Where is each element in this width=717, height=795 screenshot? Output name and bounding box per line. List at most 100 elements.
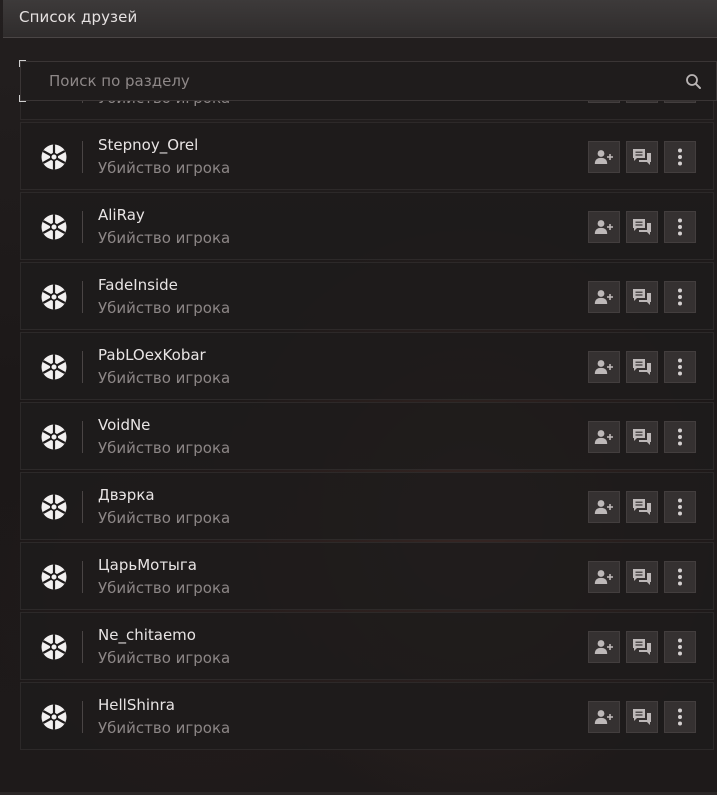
more-vertical-icon — [678, 708, 682, 726]
chat-button[interactable] — [626, 281, 658, 313]
add-friend-button[interactable] — [588, 421, 620, 453]
chat-icon — [633, 219, 651, 235]
row-divider — [82, 701, 83, 733]
friend-name[interactable]: Stepnoy_Orel — [98, 136, 198, 154]
add-friend-button[interactable] — [588, 211, 620, 243]
more-vertical-icon — [678, 568, 682, 586]
friend-name[interactable]: PabLOexKobar — [98, 346, 206, 364]
add-friend-icon — [594, 290, 613, 304]
friends-window: Список друзей Cyfin Убийство игрока — [0, 0, 717, 795]
row-actions — [588, 141, 696, 173]
friend-status: Убийство игрока — [98, 649, 231, 667]
search-box[interactable] — [19, 60, 717, 102]
friend-row[interactable]: Cyfin Убийство игрока — [20, 101, 714, 120]
friends-list-viewport[interactable]: Cyfin Убийство игрока — [20, 101, 717, 772]
add-friend-icon — [594, 150, 613, 164]
friend-row[interactable]: FadeInside Убийство игрока — [20, 262, 714, 330]
chat-icon — [633, 359, 651, 375]
rank-emblem-icon — [41, 284, 67, 310]
add-friend-icon — [594, 710, 613, 724]
row-actions — [588, 631, 696, 663]
add-friend-button[interactable] — [588, 281, 620, 313]
row-actions — [588, 281, 696, 313]
chat-button[interactable] — [626, 701, 658, 733]
rank-emblem-icon — [41, 494, 67, 520]
friend-status: Убийство игрока — [98, 101, 230, 107]
more-vertical-icon — [678, 218, 682, 236]
friend-name[interactable]: Ne_chitaemo — [98, 626, 196, 644]
chat-button[interactable] — [626, 101, 658, 103]
add-friend-button[interactable] — [588, 561, 620, 593]
row-actions — [588, 211, 696, 243]
add-friend-button[interactable] — [588, 101, 620, 103]
header-bar: Список друзей — [3, 0, 717, 38]
chat-button[interactable] — [626, 351, 658, 383]
more-options-button[interactable] — [664, 491, 696, 523]
more-vertical-icon — [678, 148, 682, 166]
add-friend-icon — [594, 500, 613, 514]
friend-name[interactable]: ЦарьМотыга — [98, 556, 197, 574]
friend-name[interactable]: FadeInside — [98, 276, 178, 294]
chat-icon — [633, 639, 651, 655]
add-friend-button[interactable] — [588, 701, 620, 733]
chat-button[interactable] — [626, 491, 658, 523]
add-friend-button[interactable] — [588, 141, 620, 173]
more-options-button[interactable] — [664, 101, 696, 103]
friend-row[interactable]: Ne_chitaemo Убийство игрока — [20, 612, 714, 680]
row-divider — [82, 421, 83, 453]
friend-status: Убийство игрока — [98, 579, 231, 597]
search-icon[interactable] — [685, 73, 702, 90]
chat-button[interactable] — [626, 421, 658, 453]
chat-button[interactable] — [626, 141, 658, 173]
friend-status: Убийство игрока — [98, 509, 231, 527]
more-options-button[interactable] — [664, 351, 696, 383]
more-vertical-icon — [678, 358, 682, 376]
friend-row[interactable]: Двэрка Убийство игрока — [20, 472, 714, 540]
add-friend-icon — [594, 570, 613, 584]
friend-row[interactable]: VoidNe Убийство игрока — [20, 402, 714, 470]
rank-emblem-icon — [41, 424, 67, 450]
more-vertical-icon — [678, 428, 682, 446]
friend-name[interactable]: VoidNe — [98, 416, 150, 434]
friend-row[interactable]: Stepnoy_Orel Убийство игрока — [20, 122, 714, 190]
friend-row[interactable]: ЦарьМотыга Убийство игрока — [20, 542, 714, 610]
friend-status: Убийство игрока — [98, 229, 231, 247]
friend-name[interactable]: Двэрка — [98, 486, 155, 504]
more-options-button[interactable] — [664, 141, 696, 173]
row-divider — [82, 211, 83, 243]
row-divider — [82, 631, 83, 663]
friend-row[interactable]: AliRay Убийство игрока — [20, 192, 714, 260]
friend-row[interactable]: HellShinra Убийство игрока — [20, 682, 714, 750]
more-options-button[interactable] — [664, 211, 696, 243]
row-actions — [588, 421, 696, 453]
friend-status: Убийство игрока — [98, 159, 231, 177]
friend-name[interactable]: HellShinra — [98, 696, 175, 714]
more-options-button[interactable] — [664, 631, 696, 663]
row-actions — [588, 101, 696, 103]
search-input[interactable] — [21, 62, 716, 100]
rank-emblem-icon — [41, 214, 67, 240]
chat-icon — [633, 709, 651, 725]
chat-button[interactable] — [626, 631, 658, 663]
add-friend-button[interactable] — [588, 351, 620, 383]
add-friend-button[interactable] — [588, 491, 620, 523]
add-friend-icon — [594, 220, 613, 234]
more-options-button[interactable] — [664, 701, 696, 733]
friend-status: Убийство игрока — [98, 719, 231, 737]
add-friend-button[interactable] — [588, 631, 620, 663]
row-actions — [588, 351, 696, 383]
row-divider — [82, 281, 83, 313]
chat-button[interactable] — [626, 211, 658, 243]
chat-icon — [633, 149, 651, 165]
rank-emblem-icon — [41, 564, 67, 590]
row-divider — [82, 561, 83, 593]
friend-row[interactable]: PabLOexKobar Убийство игрока — [20, 332, 714, 400]
chat-button[interactable] — [626, 561, 658, 593]
friend-name[interactable]: AliRay — [98, 206, 145, 224]
rank-emblem-icon — [41, 704, 67, 730]
add-friend-icon — [594, 360, 613, 374]
more-options-button[interactable] — [664, 561, 696, 593]
more-options-button[interactable] — [664, 281, 696, 313]
more-options-button[interactable] — [664, 421, 696, 453]
chat-icon — [633, 569, 651, 585]
